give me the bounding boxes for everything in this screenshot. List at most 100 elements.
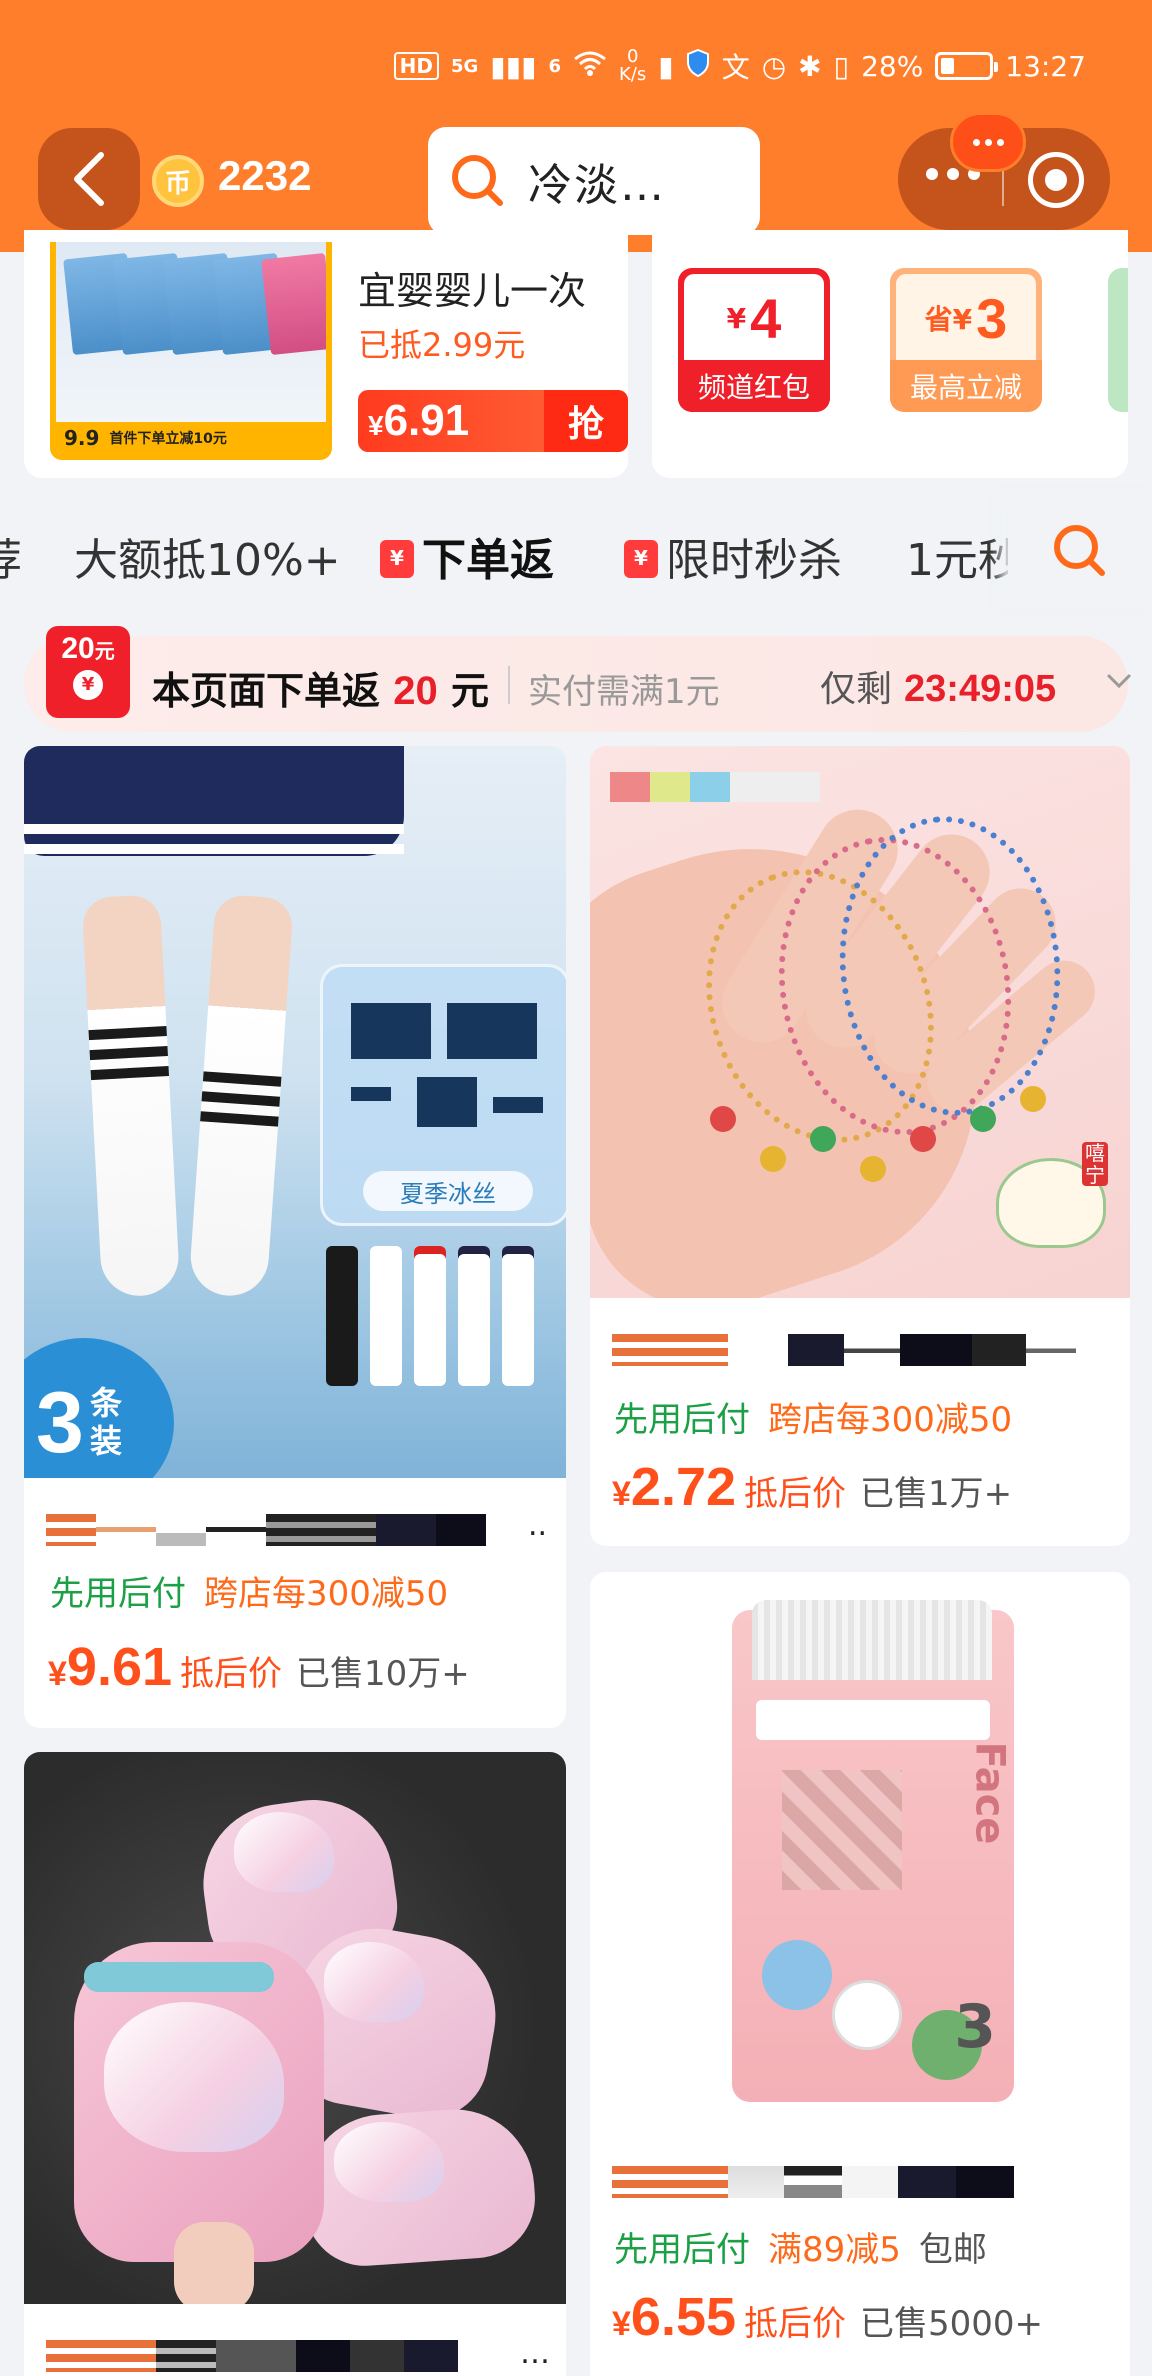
product-image: 夏季冰丝 3 条装: [24, 746, 566, 1478]
promo-price-symbol: ¥: [368, 410, 384, 441]
countdown-timer: 23:49:05: [904, 668, 1057, 710]
vibrate-icon: ▯: [833, 49, 850, 83]
grab-label: 抢: [544, 390, 628, 452]
message-badge-icon[interactable]: [950, 112, 1026, 172]
alarm-icon: ◷: [761, 49, 787, 83]
rebate-badge-amount: 20元: [46, 632, 130, 666]
search-input[interactable]: 冷淡…: [428, 127, 760, 235]
price-label: 抵后价: [744, 1474, 847, 1514]
price-currency: ¥: [612, 1475, 631, 1513]
coupon-peek[interactable]: [1108, 268, 1128, 412]
net-speed: 0 K/s: [619, 48, 646, 84]
pack-number: 3: [954, 1992, 996, 2062]
tag-free-shipping: 包邮: [918, 2230, 987, 2270]
product-card[interactable]: Face 3 先用后付 满89减5 包邮 ¥6.55 抵后价 已售5000+: [590, 1572, 1130, 2376]
net-speed-unit: K/s: [619, 64, 647, 85]
coupon-label: 最高立减: [890, 360, 1042, 412]
coupon-prefix: 省¥: [924, 303, 973, 336]
ice-cube-graphic: 夏季冰丝: [320, 964, 566, 1226]
search-icon: [1054, 525, 1105, 576]
skirt-graphic: [24, 746, 404, 856]
coupon-value: 4: [750, 286, 782, 350]
price-label: 抵后价: [180, 1654, 283, 1694]
rebate-condition: 实付需满1元: [528, 672, 720, 712]
chevron-down-icon: [1107, 674, 1131, 689]
battery-icon: [935, 52, 999, 80]
coupon-label: 频道红包: [678, 360, 830, 412]
tag-discount: 满89减5: [768, 2230, 901, 2270]
translate-icon: 文: [721, 51, 750, 84]
close-target-icon[interactable]: [1028, 152, 1084, 208]
tag-pay-later: 先用后付: [614, 1400, 750, 1440]
status-bar: HD 5G ▮▮▮ 6 0 K/s ▮ 文 ◷ ✱ ▯ 28% 13:27: [393, 44, 1086, 88]
search-text: 冷淡…: [528, 160, 666, 211]
tag-discount: 跨店每300减50: [204, 1574, 449, 1614]
search-icon: [452, 155, 503, 206]
product-tags: 先用后付 满89减5 包邮: [614, 2222, 987, 2271]
price-value: 6.55: [630, 2287, 737, 2347]
image-pill-label: 夏季冰丝: [363, 1171, 533, 1211]
hd-indicator: HD: [393, 52, 439, 80]
price-currency: ¥: [48, 1655, 67, 1693]
image-watermark-blurred: [610, 772, 820, 802]
price-value: 9.61: [66, 1637, 173, 1697]
remain-label: 仅剩: [820, 669, 893, 710]
coin-icon: 币: [152, 155, 204, 207]
product-image: [24, 1752, 566, 2304]
promo-offset-text: 已抵2.99元: [358, 326, 526, 364]
product-card[interactable]: 嘻宁 先用后付 跨店每300减50 ¥2.72 抵后价 已售1万+: [590, 746, 1130, 1546]
coin-count[interactable]: 2232: [218, 152, 311, 200]
category-tabs: 荐 大额抵10%+ 下单返 限时秒杀 1元秒: [0, 496, 1152, 606]
rebate-banner[interactable]: 20元 ¥ 本页面下单返 20 元 实付需满1元 仅剩 23:49:05: [24, 626, 1131, 732]
seal-stamp: 嘻宁: [1082, 1142, 1108, 1186]
grab-button[interactable]: ¥6.91 抢: [358, 390, 628, 452]
max-discount-coupon[interactable]: 省¥ 3 最高立减: [890, 268, 1042, 412]
tab-search-button[interactable]: [1008, 496, 1152, 606]
network-5g-label: 5G: [450, 55, 479, 77]
promo-image-price: 9.9: [64, 426, 100, 450]
coupon-prefix: ¥: [726, 301, 747, 335]
product-title-ellipsis: …: [520, 2336, 550, 2371]
tab-order-rebate[interactable]: 下单返: [380, 524, 554, 588]
price-currency: ¥: [612, 2305, 631, 2343]
network-6g-label: 6: [548, 55, 562, 77]
product-price-line: ¥6.55 抵后价 已售5000+: [612, 2286, 1043, 2348]
pack-count-word: 条装: [90, 1384, 123, 1460]
tissue-pack-graphic: Face 3: [732, 1600, 1014, 2102]
product-price-line: ¥2.72 抵后价 已售1万+: [612, 1456, 1012, 1518]
channel-redpacket-coupon[interactable]: ¥4 频道红包: [678, 268, 830, 412]
product-card[interactable]: …: [24, 1752, 566, 2376]
tab-flash-sale[interactable]: 限时秒杀: [624, 524, 842, 588]
clock: 13:27: [1005, 49, 1086, 83]
tag-pay-later: 先用后付: [50, 1574, 186, 1614]
back-button[interactable]: [38, 128, 140, 230]
pack-count-number: 3: [36, 1375, 84, 1471]
top-header: HD 5G ▮▮▮ 6 0 K/s ▮ 文 ◷ ✱ ▯ 28% 13:27 币 2…: [0, 0, 1152, 252]
rebate-unit: 元: [450, 669, 489, 713]
rebate-badge-unit: 元: [94, 641, 115, 663]
promo-product-image: 9.9 首件下单立减10元: [50, 242, 332, 460]
price-value: 2.72: [630, 1457, 737, 1517]
signal-icon: ▮▮▮: [490, 49, 537, 83]
promo-price: ¥6.91: [368, 396, 469, 446]
product-title-blurred: [612, 2166, 1022, 2198]
rebate-remaining: 仅剩 23:49:05: [820, 660, 1056, 712]
product-image: 嘻宁: [590, 746, 1130, 1298]
chevron-left-icon: [74, 152, 104, 206]
tab-one-yuan[interactable]: 1元秒: [906, 524, 1022, 588]
tab-big-offset[interactable]: 大额抵10%+: [74, 524, 341, 588]
product-title-blurred: [612, 1334, 1082, 1366]
tab-label: 限时秒杀: [666, 535, 842, 586]
yuan-icon: ¥: [73, 670, 103, 700]
tab-recommend[interactable]: 荐: [0, 524, 22, 588]
product-title-blurred: [46, 1514, 526, 1546]
coupon-panel: ¥4 频道红包 省¥ 3 最高立减: [652, 230, 1128, 478]
product-image: Face 3: [590, 1572, 1130, 2128]
product-tags: 先用后付 跨店每300减50: [614, 1392, 1030, 1441]
product-price-line: ¥9.61 抵后价 已售10万+: [48, 1636, 470, 1698]
product-card[interactable]: 夏季冰丝 3 条装 .. 先用后付 跨店每300减50 ¥9.61 抵后价 已售10万…: [24, 746, 566, 1728]
coupon-amount: 省¥ 3: [896, 274, 1036, 362]
promo-image-strip: 9.9 首件下单立减10元: [56, 422, 326, 454]
promo-product-card[interactable]: 9.9 首件下单立减10元 宜婴婴儿一次 已抵2.99元 ¥6.91 抢: [24, 230, 628, 478]
tag-pay-later: 先用后付: [614, 2230, 750, 2270]
